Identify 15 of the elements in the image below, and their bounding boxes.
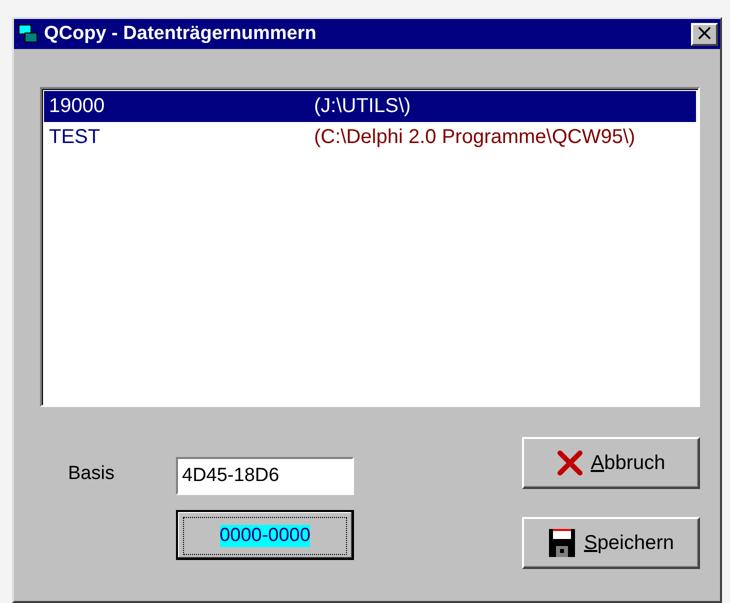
window-title: QCopy - Datenträgernummern xyxy=(44,23,318,45)
basis-field[interactable]: 4D45-18D6 xyxy=(176,457,354,495)
result-button[interactable]: 0000-0000 xyxy=(176,510,354,560)
cross-icon xyxy=(556,450,583,476)
save-button[interactable]: Speichern xyxy=(522,517,700,569)
computer-icon xyxy=(18,24,38,44)
volume-number: 19000 xyxy=(48,95,106,118)
basis-label: Basis xyxy=(68,462,116,485)
close-button[interactable]: × xyxy=(691,22,718,46)
list-item[interactable]: 19000 (J:\UTILS\) xyxy=(44,91,696,122)
volume-path: (C:\Delphi 2.0 Programme\QCW95\) xyxy=(314,126,636,149)
list-item[interactable]: TEST (C:\Delphi 2.0 Programme\QCW95\) xyxy=(44,122,696,153)
volume-number: TEST xyxy=(48,126,102,149)
volume-path: (J:\UTILS\) xyxy=(314,95,411,118)
cancel-button[interactable]: Abbruch xyxy=(522,437,700,489)
